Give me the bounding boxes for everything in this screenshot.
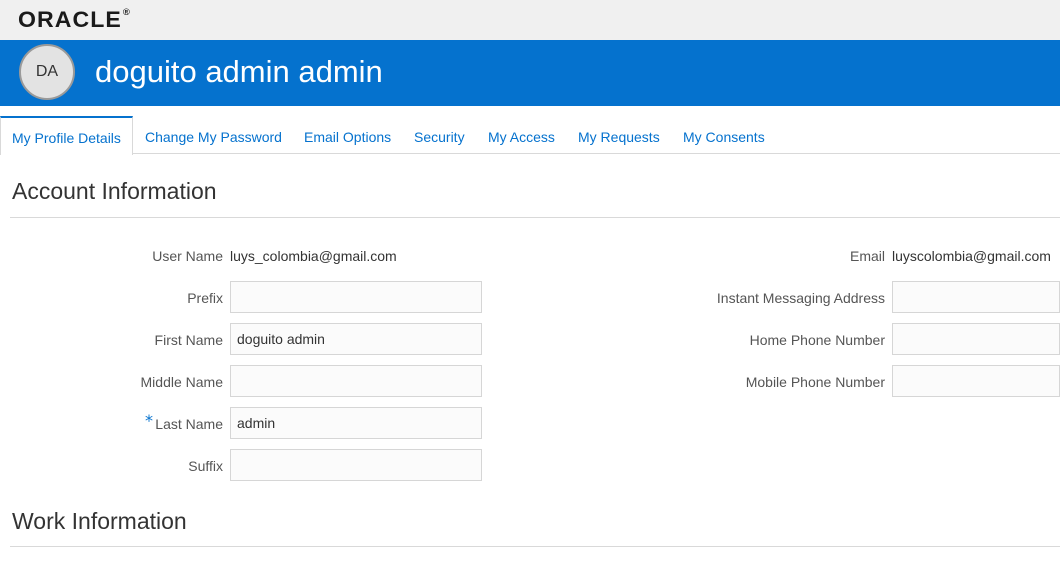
top-bar: ORACLE® bbox=[0, 0, 1060, 40]
user-name-label: User Name bbox=[152, 248, 223, 264]
mobile-phone-label: Mobile Phone Number bbox=[745, 374, 885, 390]
tab-my-consents[interactable]: My Consents bbox=[683, 116, 765, 154]
section-divider bbox=[10, 217, 1060, 218]
profile-banner: DA doguito admin admin bbox=[0, 40, 1060, 106]
last-name-input[interactable] bbox=[230, 407, 482, 439]
oracle-logo: ORACLE® bbox=[18, 7, 131, 33]
tab-my-requests[interactable]: My Requests bbox=[578, 116, 660, 154]
first-name-label: First Name bbox=[154, 332, 223, 348]
tab-email-options[interactable]: Email Options bbox=[304, 116, 391, 154]
prefix-label: Prefix bbox=[187, 290, 223, 306]
middle-name-input[interactable] bbox=[230, 365, 482, 397]
profile-tabs: My Profile Details Change My Password Em… bbox=[0, 116, 1060, 155]
first-name-input[interactable] bbox=[230, 323, 482, 355]
last-name-label: Last Name bbox=[155, 416, 223, 432]
user-display-name: doguito admin admin bbox=[95, 54, 383, 89]
mobile-phone-input[interactable] bbox=[892, 365, 1060, 397]
registered-mark: ® bbox=[122, 7, 131, 17]
account-information-heading: Account Information bbox=[12, 178, 217, 204]
home-phone-label: Home Phone Number bbox=[749, 332, 885, 348]
work-information-heading: Work Information bbox=[12, 508, 187, 534]
tab-security[interactable]: Security bbox=[414, 116, 465, 154]
user-name-value: luys_colombia@gmail.com bbox=[230, 248, 397, 264]
avatar[interactable]: DA bbox=[19, 44, 75, 100]
im-address-label: Instant Messaging Address bbox=[716, 290, 885, 306]
suffix-label: Suffix bbox=[188, 458, 223, 474]
prefix-input[interactable] bbox=[230, 281, 482, 313]
middle-name-label: Middle Name bbox=[140, 374, 223, 390]
section-divider-work bbox=[10, 546, 1060, 547]
im-address-input[interactable] bbox=[892, 281, 1060, 313]
required-indicator: * bbox=[145, 411, 153, 430]
tab-my-profile-details[interactable]: My Profile Details bbox=[0, 116, 133, 155]
home-phone-input[interactable] bbox=[892, 323, 1060, 355]
suffix-input[interactable] bbox=[230, 449, 482, 481]
tab-change-my-password[interactable]: Change My Password bbox=[145, 116, 282, 154]
email-label: Email bbox=[849, 248, 885, 264]
logo-text: ORACLE bbox=[18, 7, 122, 32]
tab-my-access[interactable]: My Access bbox=[488, 116, 555, 154]
email-value: luyscolombia@gmail.com bbox=[892, 248, 1051, 264]
